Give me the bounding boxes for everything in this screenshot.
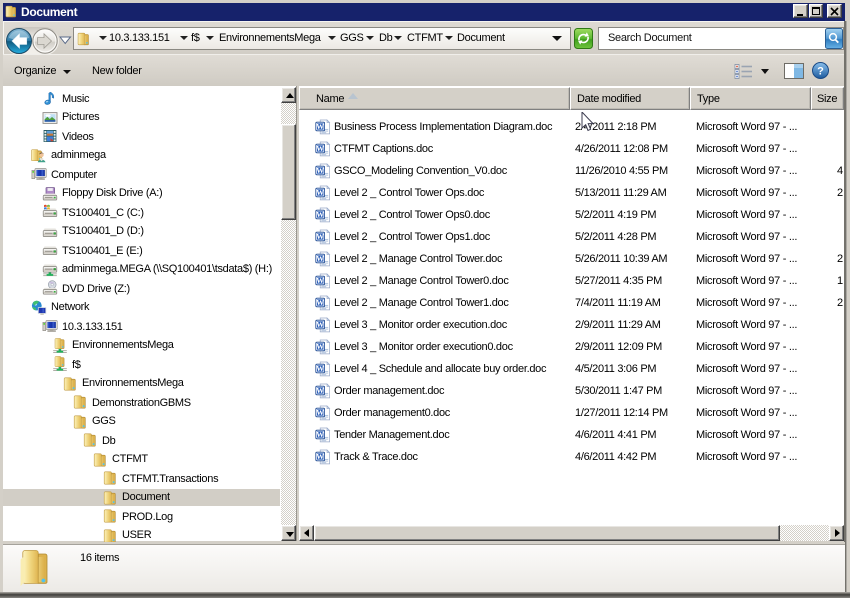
- svg-text:?: ?: [817, 66, 824, 78]
